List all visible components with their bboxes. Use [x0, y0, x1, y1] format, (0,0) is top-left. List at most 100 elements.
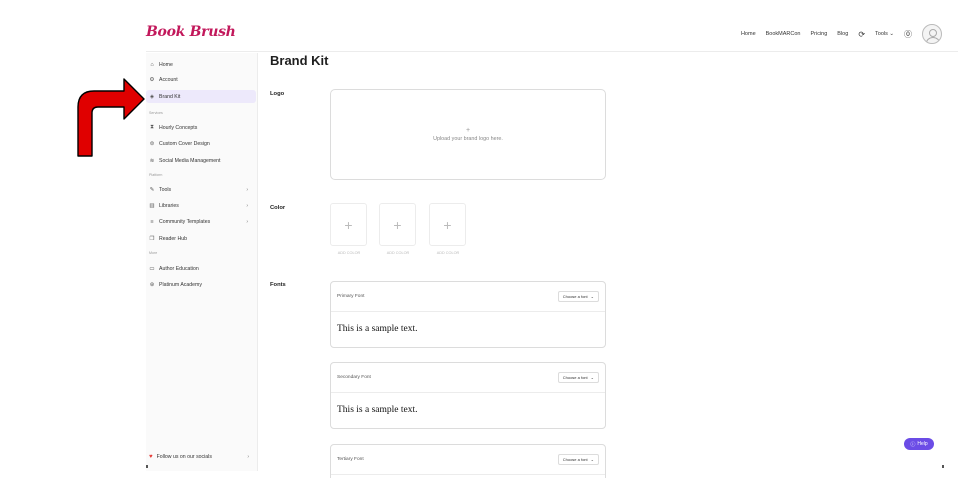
- font-card-secondary: Secondary Font Choose a font ⌄ This is a …: [330, 362, 606, 429]
- font-select-value: Choose a font: [562, 457, 588, 462]
- upload-hint: Upload your brand logo here.: [433, 136, 503, 142]
- follow-socials-label: Follow us on our socials: [156, 453, 212, 460]
- help-label: Help: [917, 441, 928, 447]
- nav-tools[interactable]: Tools ⌄: [875, 31, 894, 37]
- chevron-down-icon: ⌄: [590, 375, 594, 380]
- chevron-right-icon: ›: [246, 202, 248, 209]
- sidebar-item-platinum-academy[interactable]: ⊛ Platinum Academy: [146, 278, 256, 291]
- sidebar-item-community-templates[interactable]: ≡ Community Templates ›: [146, 215, 256, 228]
- refresh-icon[interactable]: ⟳: [858, 30, 865, 39]
- add-color-button[interactable]: +: [429, 203, 466, 246]
- sidebar-item-home[interactable]: ⌂ Home: [146, 58, 256, 71]
- font-select[interactable]: Choose a font ⌄: [557, 372, 599, 383]
- follow-socials-link[interactable]: ♥ Follow us on our socials ›: [149, 451, 255, 462]
- book-icon: ⊜: [149, 140, 155, 147]
- sidebar-item-author-education[interactable]: ▭ Author Education: [146, 262, 256, 275]
- library-icon: ▥: [149, 202, 155, 209]
- sidebar-item-hourly-concepts[interactable]: ⧗ Hourly Concepts: [146, 121, 256, 134]
- header-divider: [146, 51, 958, 52]
- add-color-label: ADD COLOR: [436, 251, 460, 255]
- font-card-title: Secondary Font: [337, 375, 371, 380]
- list-icon: ≡: [150, 218, 154, 225]
- font-card-header: Secondary Font Choose a font ⌄: [331, 363, 605, 393]
- heart-icon: ♥: [149, 453, 153, 460]
- nav-pricing[interactable]: Pricing: [810, 31, 827, 37]
- chevron-right-icon: ›: [247, 453, 249, 460]
- nav-blog[interactable]: Blog: [837, 31, 848, 37]
- sidebar: ⌂ Home ⚙ Account ◈ Brand Kit Services ⧗ Hour…: [146, 53, 258, 471]
- sidebar-item-label: Libraries: [159, 202, 179, 209]
- help-button[interactable]: ⓘ Help: [904, 438, 934, 450]
- font-card-primary: Primary Font Choose a font ⌄ This is a sa…: [330, 281, 606, 348]
- add-color-label: ADD COLOR: [337, 251, 361, 255]
- plus-icon: +: [393, 216, 402, 233]
- chevron-down-icon: ⌄: [590, 294, 594, 299]
- home-icon: ⌂: [150, 61, 154, 68]
- sidebar-item-reader-hub[interactable]: ❐ Reader Hub: [146, 232, 256, 245]
- sidebar-item-label: Brand Kit: [159, 93, 181, 100]
- sidebar-item-libraries[interactable]: ▥ Libraries ›: [146, 199, 256, 212]
- book-open-icon: ❐: [149, 235, 155, 242]
- brand-logo[interactable]: Book Brush: [146, 24, 236, 40]
- logo-section-label: Logo: [270, 91, 285, 97]
- fonts-section-label: Fonts: [270, 282, 286, 288]
- nav-bookmarcon[interactable]: BookMARCon: [766, 31, 801, 37]
- user-avatar[interactable]: [922, 24, 942, 44]
- help-circle-icon: ⓘ: [910, 441, 916, 448]
- section-label-platform: Platform: [149, 173, 163, 177]
- sidebar-item-label: Home: [159, 61, 173, 68]
- chevron-right-icon: ›: [246, 186, 248, 193]
- gear-icon: ⚙: [149, 76, 155, 83]
- sidebar-item-label: Tools: [159, 186, 172, 193]
- section-label-more: More: [149, 251, 158, 255]
- sidebar-item-custom-cover-design[interactable]: ⊜ Custom Cover Design: [146, 137, 256, 150]
- nav-home[interactable]: Home: [741, 31, 756, 37]
- font-card-header: Tertiary Font Choose a font ⌄: [331, 445, 605, 475]
- sidebar-item-social-media-management[interactable]: ≋ Social Media Management: [146, 154, 256, 167]
- annotation-arrow-icon: [77, 78, 145, 157]
- font-card-tertiary: Tertiary Font Choose a font ⌄: [330, 444, 606, 478]
- font-sample-text: This is a sample text.: [337, 405, 418, 415]
- logo-upload-dropzone[interactable]: + Upload your brand logo here.: [330, 89, 606, 180]
- badge-icon: ⊛: [149, 281, 155, 288]
- corner-mark: [942, 465, 944, 468]
- corner-mark: [146, 465, 148, 468]
- add-color-button[interactable]: +: [330, 203, 367, 246]
- sidebar-item-label: Hourly Concepts: [159, 124, 198, 131]
- hourglass-icon: ⧗: [150, 124, 154, 130]
- sidebar-item-account[interactable]: ⚙ Account: [146, 73, 256, 86]
- chevron-down-icon: ⌄: [590, 457, 594, 462]
- section-label-services: Services: [149, 111, 163, 115]
- video-icon: ▭: [149, 265, 155, 272]
- page-title: Brand Kit: [270, 53, 329, 68]
- sidebar-item-tools[interactable]: ✎ Tools ›: [146, 183, 256, 196]
- sidebar-item-brand-kit[interactable]: ◈ Brand Kit: [146, 90, 256, 103]
- sidebar-item-label: Platinum Academy: [159, 281, 202, 288]
- sidebar-item-label: Author Education: [159, 265, 199, 272]
- help-circle-icon[interactable]: ⓪: [904, 29, 912, 40]
- font-card-header: Primary Font Choose a font ⌄: [331, 282, 605, 312]
- plus-icon: +: [443, 216, 452, 233]
- font-select[interactable]: Choose a font ⌄: [557, 291, 599, 302]
- sidebar-item-label: Reader Hub: [159, 235, 187, 242]
- font-select[interactable]: Choose a font ⌄: [557, 454, 599, 465]
- plus-icon: +: [465, 127, 471, 134]
- sidebar-item-label: Community Templates: [159, 218, 211, 225]
- sidebar-item-label: Account: [159, 76, 178, 83]
- palette-icon: ◈: [149, 93, 155, 100]
- wrench-icon: ✎: [149, 186, 155, 193]
- top-nav: Home BookMARCon Pricing Blog ⟳ Tools ⌄ ⓪: [741, 24, 942, 44]
- font-card-title: Tertiary Font: [337, 457, 364, 462]
- wifi-icon: ≋: [149, 157, 155, 164]
- add-color-button[interactable]: +: [379, 203, 416, 246]
- font-select-value: Choose a font: [562, 294, 588, 299]
- app-root: { "brand": {"logo_text": "Book Brush"}, …: [0, 0, 958, 478]
- sidebar-item-label: Social Media Management: [159, 157, 221, 164]
- font-select-value: Choose a font: [562, 375, 588, 380]
- add-color-label: ADD COLOR: [386, 251, 410, 255]
- font-card-title: Primary Font: [337, 294, 365, 299]
- font-sample-text: This is a sample text.: [337, 324, 418, 334]
- color-section-label: Color: [270, 205, 286, 211]
- plus-icon: +: [344, 216, 353, 233]
- nav-tools-label: Tools: [875, 31, 888, 37]
